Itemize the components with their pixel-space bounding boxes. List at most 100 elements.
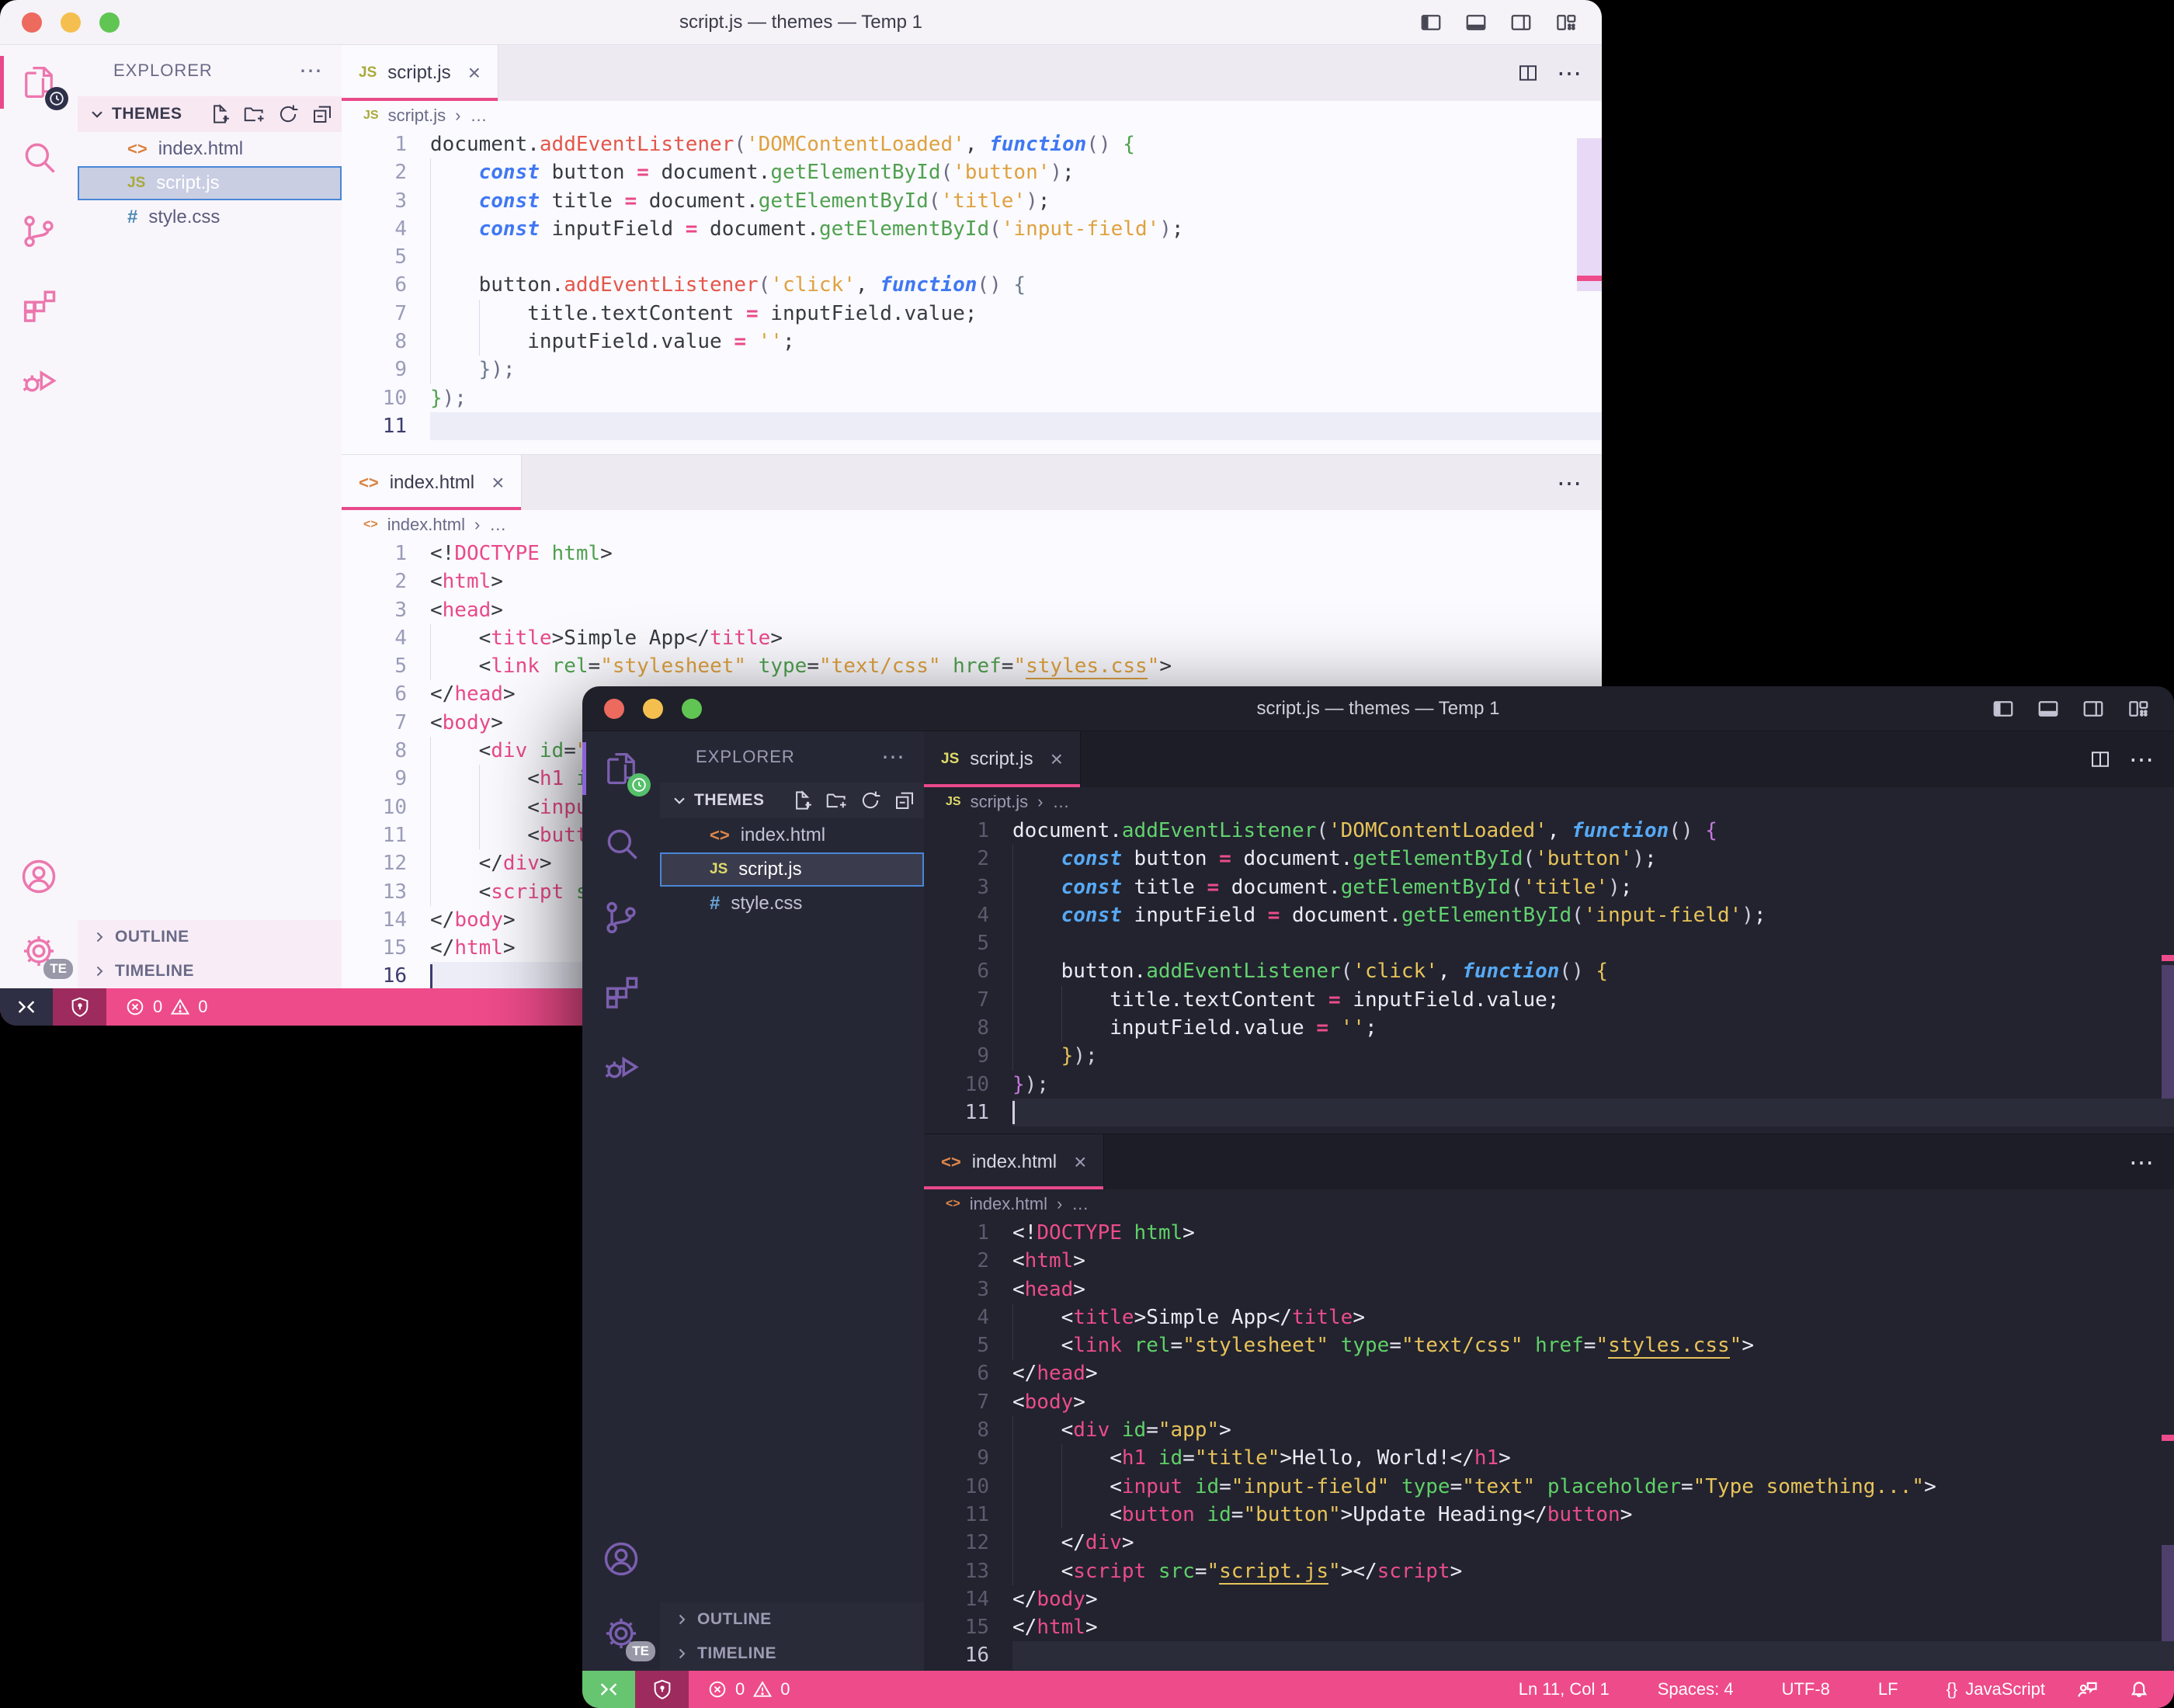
folder-section-header[interactable]: THEMES — [660, 783, 924, 818]
encoding-status[interactable]: UTF-8 — [1782, 1679, 1830, 1699]
toggle-panel-icon[interactable] — [1464, 11, 1488, 34]
accounts-icon[interactable] — [0, 839, 78, 914]
source-control-icon[interactable] — [0, 194, 78, 269]
code-line[interactable]: 5 <link rel="stylesheet" type="text/css"… — [924, 1331, 2174, 1360]
code-line[interactable]: 6 button.addEventListener('click', funct… — [924, 957, 2174, 986]
zoom-window-button[interactable] — [99, 12, 120, 33]
new-file-icon[interactable] — [208, 102, 231, 126]
close-tab-icon[interactable]: × — [491, 470, 504, 495]
code-line[interactable]: 11 — [342, 411, 1602, 441]
code-line[interactable]: 2 const button = document.getElementById… — [924, 845, 2174, 873]
file-item-index-html[interactable]: <> index.html — [660, 818, 924, 852]
split-editor-icon[interactable] — [1516, 61, 1540, 85]
search-icon[interactable] — [0, 120, 78, 194]
collapse-folders-icon[interactable] — [893, 789, 916, 812]
code-line[interactable]: 4 <title>Simple App</title> — [342, 623, 1602, 653]
minimize-window-button[interactable] — [61, 12, 81, 33]
code-line[interactable]: 4 <title>Simple App</title> — [924, 1303, 2174, 1332]
code-line[interactable]: 10}); — [342, 384, 1602, 412]
code-line[interactable]: 9 <h1 id="title">Hello, World!</h1> — [924, 1444, 2174, 1473]
code-editor-script-js[interactable]: 1 document.addEventListener('DOMContentLo… — [342, 130, 1602, 454]
code-line[interactable]: 8 <div id="app"> — [924, 1416, 2174, 1445]
file-item-style-css[interactable]: # style.css — [78, 200, 342, 234]
timeline-section[interactable]: TIMELINE — [660, 1637, 924, 1671]
file-item-script-js[interactable]: JS script.js — [660, 852, 924, 887]
code-line[interactable]: 13 <script src="script.js"></script> — [924, 1557, 2174, 1585]
explorer-more-icon[interactable]: ⋯ — [881, 744, 905, 771]
tab-index-html[interactable]: <> index.html × — [342, 455, 523, 510]
code-line[interactable]: 14 </body> — [924, 1585, 2174, 1613]
code-line[interactable]: 6 button.addEventListener('click', funct… — [342, 271, 1602, 300]
outline-section[interactable]: OUTLINE — [78, 920, 342, 954]
code-line[interactable]: 7 title.textContent = inputField.value; — [924, 985, 2174, 1015]
tab-index-html[interactable]: <> index.html × — [924, 1134, 1105, 1189]
eol-status[interactable]: LF — [1878, 1679, 1898, 1699]
close-tab-icon[interactable]: × — [468, 61, 481, 85]
toggle-primary-sidebar-icon[interactable] — [1419, 11, 1443, 34]
code-line[interactable]: 5 — [342, 243, 1602, 272]
close-window-button[interactable] — [604, 698, 624, 719]
new-file-icon[interactable] — [790, 789, 814, 812]
settings-gear-icon[interactable]: TE — [0, 914, 78, 988]
title-bar[interactable]: script.js — themes — Temp 1 — [0, 0, 1602, 45]
language-status[interactable]: {} JavaScript — [1947, 1679, 2045, 1699]
breadcrumb[interactable]: <> index.html › … — [924, 1189, 2174, 1219]
accounts-icon[interactable] — [582, 1522, 660, 1596]
code-line[interactable]: 7 title.textContent = inputField.value; — [342, 299, 1602, 328]
workspace-trust-icon[interactable] — [53, 988, 106, 1026]
breadcrumb[interactable]: JS script.js › … — [924, 787, 2174, 817]
code-line[interactable]: 1 <!DOCTYPE html> — [342, 540, 1602, 568]
breadcrumb[interactable]: <> index.html › … — [342, 510, 1602, 540]
cursor-position-status[interactable]: Ln 11, Col 1 — [1519, 1679, 1610, 1699]
problems-status[interactable]: 0 0 — [125, 997, 208, 1017]
code-line[interactable]: 3 <head> — [342, 596, 1602, 624]
breadcrumb[interactable]: JS script.js › … — [342, 101, 1602, 130]
code-line[interactable]: 5 — [924, 929, 2174, 958]
code-line[interactable]: 2 <html> — [924, 1247, 2174, 1275]
editor-more-icon[interactable]: ⋯ — [2129, 1147, 2154, 1177]
code-line[interactable]: 8 inputField.value = ''; — [924, 1014, 2174, 1043]
code-line[interactable]: 5 <link rel="stylesheet" type="text/css"… — [342, 652, 1602, 681]
code-line[interactable]: 11 — [924, 1098, 2174, 1127]
code-line[interactable]: 1 document.addEventListener('DOMContentLo… — [924, 817, 2174, 845]
code-line[interactable]: 7 <body> — [924, 1388, 2174, 1416]
code-editor-script-js[interactable]: 1 document.addEventListener('DOMContentLo… — [924, 817, 2174, 1133]
explorer-more-icon[interactable]: ⋯ — [299, 57, 323, 85]
file-item-script-js[interactable]: JS script.js — [78, 166, 342, 200]
code-line[interactable]: 12 </div> — [924, 1529, 2174, 1557]
new-folder-icon[interactable] — [825, 789, 848, 812]
search-icon[interactable] — [582, 806, 660, 880]
remote-indicator[interactable] — [582, 1671, 635, 1708]
run-debug-icon[interactable] — [582, 1029, 660, 1104]
code-line[interactable]: 6 </head> — [924, 1359, 2174, 1387]
explorer-icon[interactable] — [0, 45, 78, 120]
code-line[interactable]: 10 <input id="input-field" type="text" p… — [924, 1472, 2174, 1501]
code-line[interactable]: 15 </html> — [924, 1613, 2174, 1641]
source-control-icon[interactable] — [582, 880, 660, 955]
code-line[interactable]: 3 <head> — [924, 1276, 2174, 1304]
editor-more-icon[interactable]: ⋯ — [1557, 468, 1582, 498]
editor-more-icon[interactable]: ⋯ — [1557, 58, 1582, 88]
editor-more-icon[interactable]: ⋯ — [2129, 745, 2154, 774]
toggle-secondary-sidebar-icon[interactable] — [1509, 11, 1533, 34]
problems-status[interactable]: 0 0 — [707, 1679, 790, 1699]
toggle-secondary-sidebar-icon[interactable] — [2081, 697, 2106, 720]
split-editor-icon[interactable] — [2089, 748, 2112, 771]
settings-gear-icon[interactable]: TE — [582, 1596, 660, 1671]
minimize-window-button[interactable] — [643, 698, 663, 719]
new-folder-icon[interactable] — [242, 102, 266, 126]
feedback-icon[interactable] — [2075, 1678, 2098, 1701]
code-line[interactable]: 2 const button = document.getElementById… — [342, 158, 1602, 187]
outline-section[interactable]: OUTLINE — [660, 1602, 924, 1637]
extensions-icon[interactable] — [582, 955, 660, 1029]
refresh-explorer-icon[interactable] — [859, 789, 882, 812]
extensions-icon[interactable] — [0, 269, 78, 343]
file-item-style-css[interactable]: # style.css — [660, 887, 924, 921]
remote-indicator[interactable] — [0, 988, 53, 1026]
refresh-explorer-icon[interactable] — [276, 102, 300, 126]
code-line[interactable]: 1 <!DOCTYPE html> — [924, 1219, 2174, 1247]
code-line[interactable]: 4 const inputField = document.getElement… — [342, 214, 1602, 244]
indentation-status[interactable]: Spaces: 4 — [1658, 1679, 1734, 1699]
code-line[interactable]: 3 const title = document.getElementById(… — [342, 186, 1602, 215]
code-editor-index-html[interactable]: 1 <!DOCTYPE html> 2 <html> 3 <head> 4 <title>S… — [924, 1219, 2174, 1671]
